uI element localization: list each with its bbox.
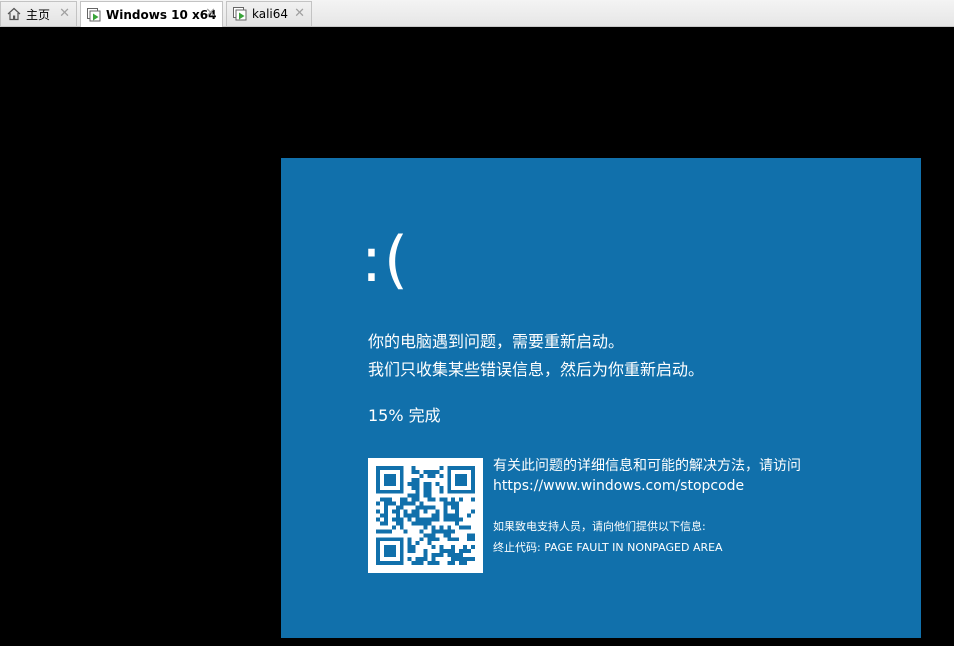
- tab-bar: 主页 ✕ Windows 10 x64 ✕ kali64 ✕: [0, 0, 954, 27]
- support-text: 如果致电支持人员，请向他们提供以下信息:: [493, 520, 706, 533]
- error-message-line1: 你的电脑遇到问题，需要重新启动。: [368, 332, 625, 351]
- vm-running-icon: [86, 7, 102, 23]
- tab-kali64-label: kali64: [252, 7, 289, 21]
- vm-running-icon: [232, 6, 248, 22]
- vm-window: 主页 ✕ Windows 10 x64 ✕ kali64 ✕:(你的电脑遇到…: [0, 0, 954, 646]
- tab-home-close-icon[interactable]: ✕: [59, 6, 70, 22]
- tab-windows10[interactable]: Windows 10 x64 ✕: [80, 1, 223, 27]
- sad-face: :(: [361, 223, 411, 296]
- progress-text: 15% 完成: [368, 406, 441, 425]
- blue-screen: :( 你的电脑遇到问题，需要重新启动。 我们只收集某些错误信息，然后为你重新启动…: [281, 158, 921, 638]
- tab-windows10-label: Windows 10 x64: [106, 7, 217, 22]
- tab-kali64[interactable]: kali64 ✕: [226, 1, 312, 26]
- qr-code-icon: [368, 458, 483, 573]
- stopcode-url: https://www.windows.com/stopcode: [493, 478, 745, 494]
- tab-kali64-close-icon[interactable]: ✕: [294, 6, 305, 22]
- stop-code: 终止代码: PAGE FAULT IN NONPAGED AREA: [493, 541, 723, 554]
- tab-windows10-close-icon[interactable]: ✕: [205, 6, 216, 22]
- home-icon: [6, 6, 22, 22]
- error-message-line2: 我们只收集某些错误信息，然后为你重新启动。: [368, 360, 705, 379]
- info-text: 有关此问题的详细信息和可能的解决方法，请访问: [493, 458, 801, 474]
- tab-home-label: 主页: [26, 7, 51, 22]
- tab-home[interactable]: 主页 ✕: [0, 1, 77, 26]
